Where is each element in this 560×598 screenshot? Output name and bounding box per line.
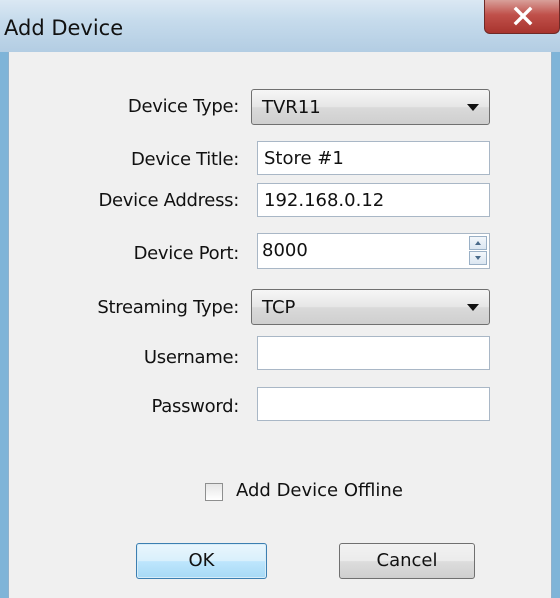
spin-down-icon [475,256,481,260]
device-title-value: Store #1 [264,148,344,169]
device-type-value: TVR11 [262,97,321,118]
add-device-dialog: Add Device Device Type: TVR11 Device Tit… [0,0,560,598]
streaming-type-label: Streaming Type: [97,297,239,318]
close-icon [513,6,533,26]
dialog-body: Device Type: TVR11 Device Title: Store #… [8,52,552,598]
device-title-label: Device Title: [130,149,239,170]
close-button[interactable] [484,0,560,34]
device-port-value: 8000 [262,240,308,261]
device-address-value: 192.168.0.12 [264,190,385,211]
spin-up-button[interactable] [469,236,487,250]
username-label: Username: [143,347,239,368]
ok-button[interactable]: OK [136,543,267,579]
device-type-select[interactable]: TVR11 [251,89,490,125]
device-type-label: Device Type: [127,96,239,117]
add-offline-label[interactable]: Add Device Offline [236,480,403,501]
password-label: Password: [151,396,240,417]
device-address-label: Device Address: [98,190,239,211]
chevron-down-icon [467,104,479,111]
spin-down-button[interactable] [469,251,487,265]
title-bar[interactable]: Add Device [0,0,560,52]
password-field[interactable] [257,387,490,421]
window-title: Add Device [4,16,124,40]
chevron-down-icon [467,304,479,311]
cancel-button[interactable]: Cancel [339,543,475,579]
device-title-field[interactable]: Store #1 [257,141,490,175]
spin-up-icon [475,241,481,245]
streaming-type-select[interactable]: TCP [251,289,490,325]
device-port-label: Device Port: [133,243,240,264]
device-port-stepper[interactable]: 8000 [257,233,490,269]
username-field[interactable] [257,336,490,370]
add-offline-checkbox[interactable] [205,483,223,501]
device-address-field[interactable]: 192.168.0.12 [257,183,490,217]
streaming-type-value: TCP [262,297,296,318]
